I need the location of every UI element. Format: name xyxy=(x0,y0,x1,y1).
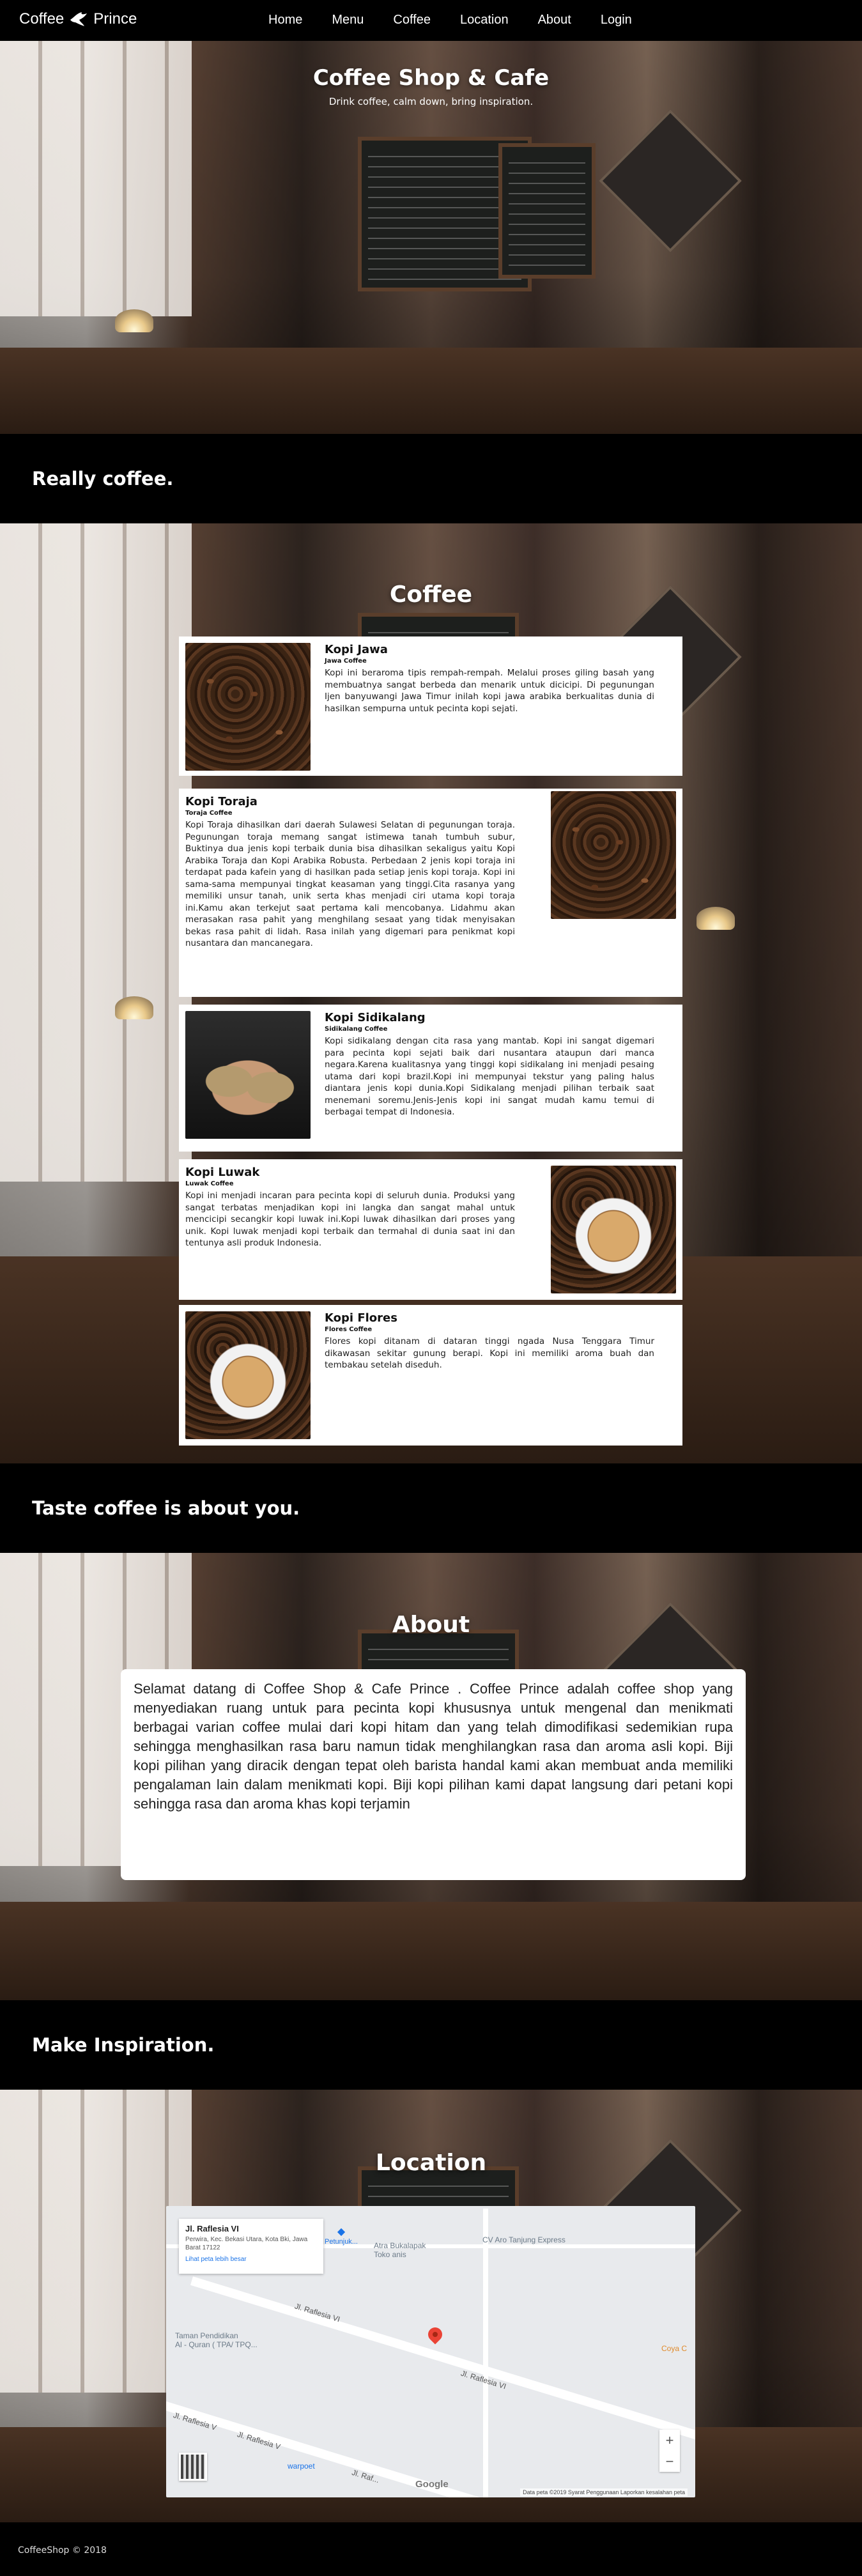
lamp-icon xyxy=(697,907,735,930)
map-place-name: Jl. Raflesia VI xyxy=(185,2224,239,2233)
coffee-name: Kopi Jawa xyxy=(325,643,388,656)
coffee-subname: Luwak Coffee xyxy=(185,1180,234,1187)
map-road xyxy=(190,2276,695,2453)
map-attribution[interactable]: Data peta ©2019 Syarat Penggunaan Lapork… xyxy=(520,2488,688,2496)
nav-location-link[interactable]: Location xyxy=(460,13,509,27)
map-poi: warpoet xyxy=(288,2462,315,2471)
map-poi: Taman Pendidikan Al - Quran ( TPA/ TPQ..… xyxy=(175,2331,258,2349)
banner-text: Really coffee. xyxy=(32,468,174,490)
menu-board-right xyxy=(498,143,596,279)
nav-about-link[interactable]: About xyxy=(538,13,571,27)
map-poi: CV Aro Tanjung Express xyxy=(482,2235,566,2244)
nav-coffee-link[interactable]: Coffee xyxy=(393,13,431,27)
coffee-name: Kopi Luwak xyxy=(185,1166,260,1179)
brand-logo[interactable]: Coffee Prince xyxy=(19,10,137,28)
coffee-subname: Flores Coffee xyxy=(325,1326,373,1333)
coffee-subname: Sidikalang Coffee xyxy=(325,1026,388,1033)
coffee-cup-image xyxy=(185,1311,311,1439)
footer: CoffeeShop © 2018 xyxy=(0,2522,862,2576)
coffee-description: Kopi ini menjadi incaran para pecinta ko… xyxy=(185,1191,515,1248)
navbar: Coffee Prince Home Menu Coffee Location … xyxy=(0,0,862,41)
hero-title: Coffee Shop & Cafe xyxy=(312,65,550,91)
map-info-card: Jl. Raflesia VI Perwira, Kec. Bekasi Uta… xyxy=(179,2219,323,2274)
directions-link[interactable]: ◆ Petunjuk... xyxy=(325,2225,358,2246)
coffee-name: Kopi Flores xyxy=(325,1311,397,1325)
map-zoom-control: + − xyxy=(659,2430,680,2472)
coffee-window-backdrop xyxy=(0,523,192,1182)
coffee-name: Kopi Toraja xyxy=(185,795,258,808)
map-poi: Coya C xyxy=(661,2344,688,2353)
coffee-subname: Jawa Coffee xyxy=(325,658,367,665)
counter-backdrop xyxy=(0,347,862,434)
coffee-beans-image xyxy=(185,643,311,771)
hero-section: Coffee Shop & Cafe Drink coffee, calm do… xyxy=(0,41,862,434)
banner-text: Taste coffee is about you. xyxy=(32,1497,300,1519)
lamp-icon xyxy=(115,996,153,1019)
coffee-name: Kopi Sidikalang xyxy=(325,1011,426,1024)
coffee-sign xyxy=(599,109,742,252)
map-road xyxy=(483,2209,488,2497)
coffee-card-flores: Kopi Flores Flores Coffee Flores kopi di… xyxy=(179,1305,682,1446)
bird-icon xyxy=(70,12,88,26)
coffee-subname: Toraja Coffee xyxy=(185,810,233,817)
about-section-title: About xyxy=(392,1612,470,1638)
nav-links: Home Menu Coffee Location About Login xyxy=(268,13,661,27)
coffee-description: Kopi ini beraroma tipis rempah-rempah. M… xyxy=(325,668,654,714)
coffee-cup-image xyxy=(551,1166,676,1293)
zoom-out-button[interactable]: − xyxy=(666,2453,674,2470)
coffee-section-title: Coffee xyxy=(389,582,473,608)
map-address: Perwira, Kec. Bekasi Utara, Kota Bki, Ja… xyxy=(185,2236,308,2251)
hero-subtitle: Drink coffee, calm down, bring inspirati… xyxy=(328,96,534,107)
coffee-beans-hands-image xyxy=(185,1011,311,1139)
coffee-description: Kopi Toraja dihasilkan dari daerah Sulaw… xyxy=(185,820,515,948)
about-box: Selamat datang di Coffee Shop & Cafe Pri… xyxy=(121,1669,746,1880)
coffee-beans-image xyxy=(551,791,676,919)
banner-text: Make Inspiration. xyxy=(32,2034,215,2056)
banner-really-coffee: Really coffee. xyxy=(0,434,862,523)
map-poi: Atra Bukalapak Toko anis xyxy=(374,2241,426,2259)
nav-login-link[interactable]: Login xyxy=(601,13,632,27)
banner-taste-coffee: Taste coffee is about you. xyxy=(0,1463,862,1553)
footer-copyright: CoffeeShop © 2018 xyxy=(18,2545,107,2556)
location-section-title: Location xyxy=(375,2150,487,2176)
coffee-card-sidikalang: Kopi Sidikalang Sidikalang Coffee Kopi s… xyxy=(179,1005,682,1152)
about-text: Selamat datang di Coffee Shop & Cafe Pri… xyxy=(134,1681,733,1812)
map-pin-icon[interactable] xyxy=(425,2324,445,2345)
coffee-description: Kopi sidikalang dengan cita rasa yang ma… xyxy=(325,1036,654,1117)
counter-backdrop xyxy=(0,1902,862,2000)
map-qr-icon[interactable] xyxy=(179,2453,207,2481)
coffee-card-luwak: Kopi Luwak Luwak Coffee Kopi ini menjadi… xyxy=(179,1159,682,1300)
location-window-backdrop xyxy=(0,2090,192,2393)
directions-icon: ◆ xyxy=(337,2226,346,2237)
lamp-icon xyxy=(115,309,153,332)
nav-home-link[interactable]: Home xyxy=(268,13,302,27)
coffee-card-jawa: Kopi Jawa Jawa Coffee Kopi ini beraroma … xyxy=(179,636,682,776)
larger-map-link[interactable]: Lihat peta lebih besar xyxy=(185,2256,317,2263)
embedded-map[interactable]: Jl. Raflesia VI Jl. Raflesia VI Jl. Rafl… xyxy=(166,2206,695,2497)
brand-name-left: Coffee xyxy=(19,10,65,27)
zoom-in-button[interactable]: + xyxy=(666,2432,674,2449)
brand-name-right: Prince xyxy=(93,10,137,27)
coffee-card-toraja: Kopi Toraja Toraja Coffee Kopi Toraja di… xyxy=(179,789,682,997)
nav-menu-link[interactable]: Menu xyxy=(332,13,364,27)
banner-make-inspiration: Make Inspiration. xyxy=(0,2000,862,2090)
google-logo: Google xyxy=(415,2479,449,2490)
directions-label: Petunjuk... xyxy=(325,2238,358,2246)
coffee-description: Flores kopi ditanam di dataran tinggi ng… xyxy=(325,1336,654,1370)
